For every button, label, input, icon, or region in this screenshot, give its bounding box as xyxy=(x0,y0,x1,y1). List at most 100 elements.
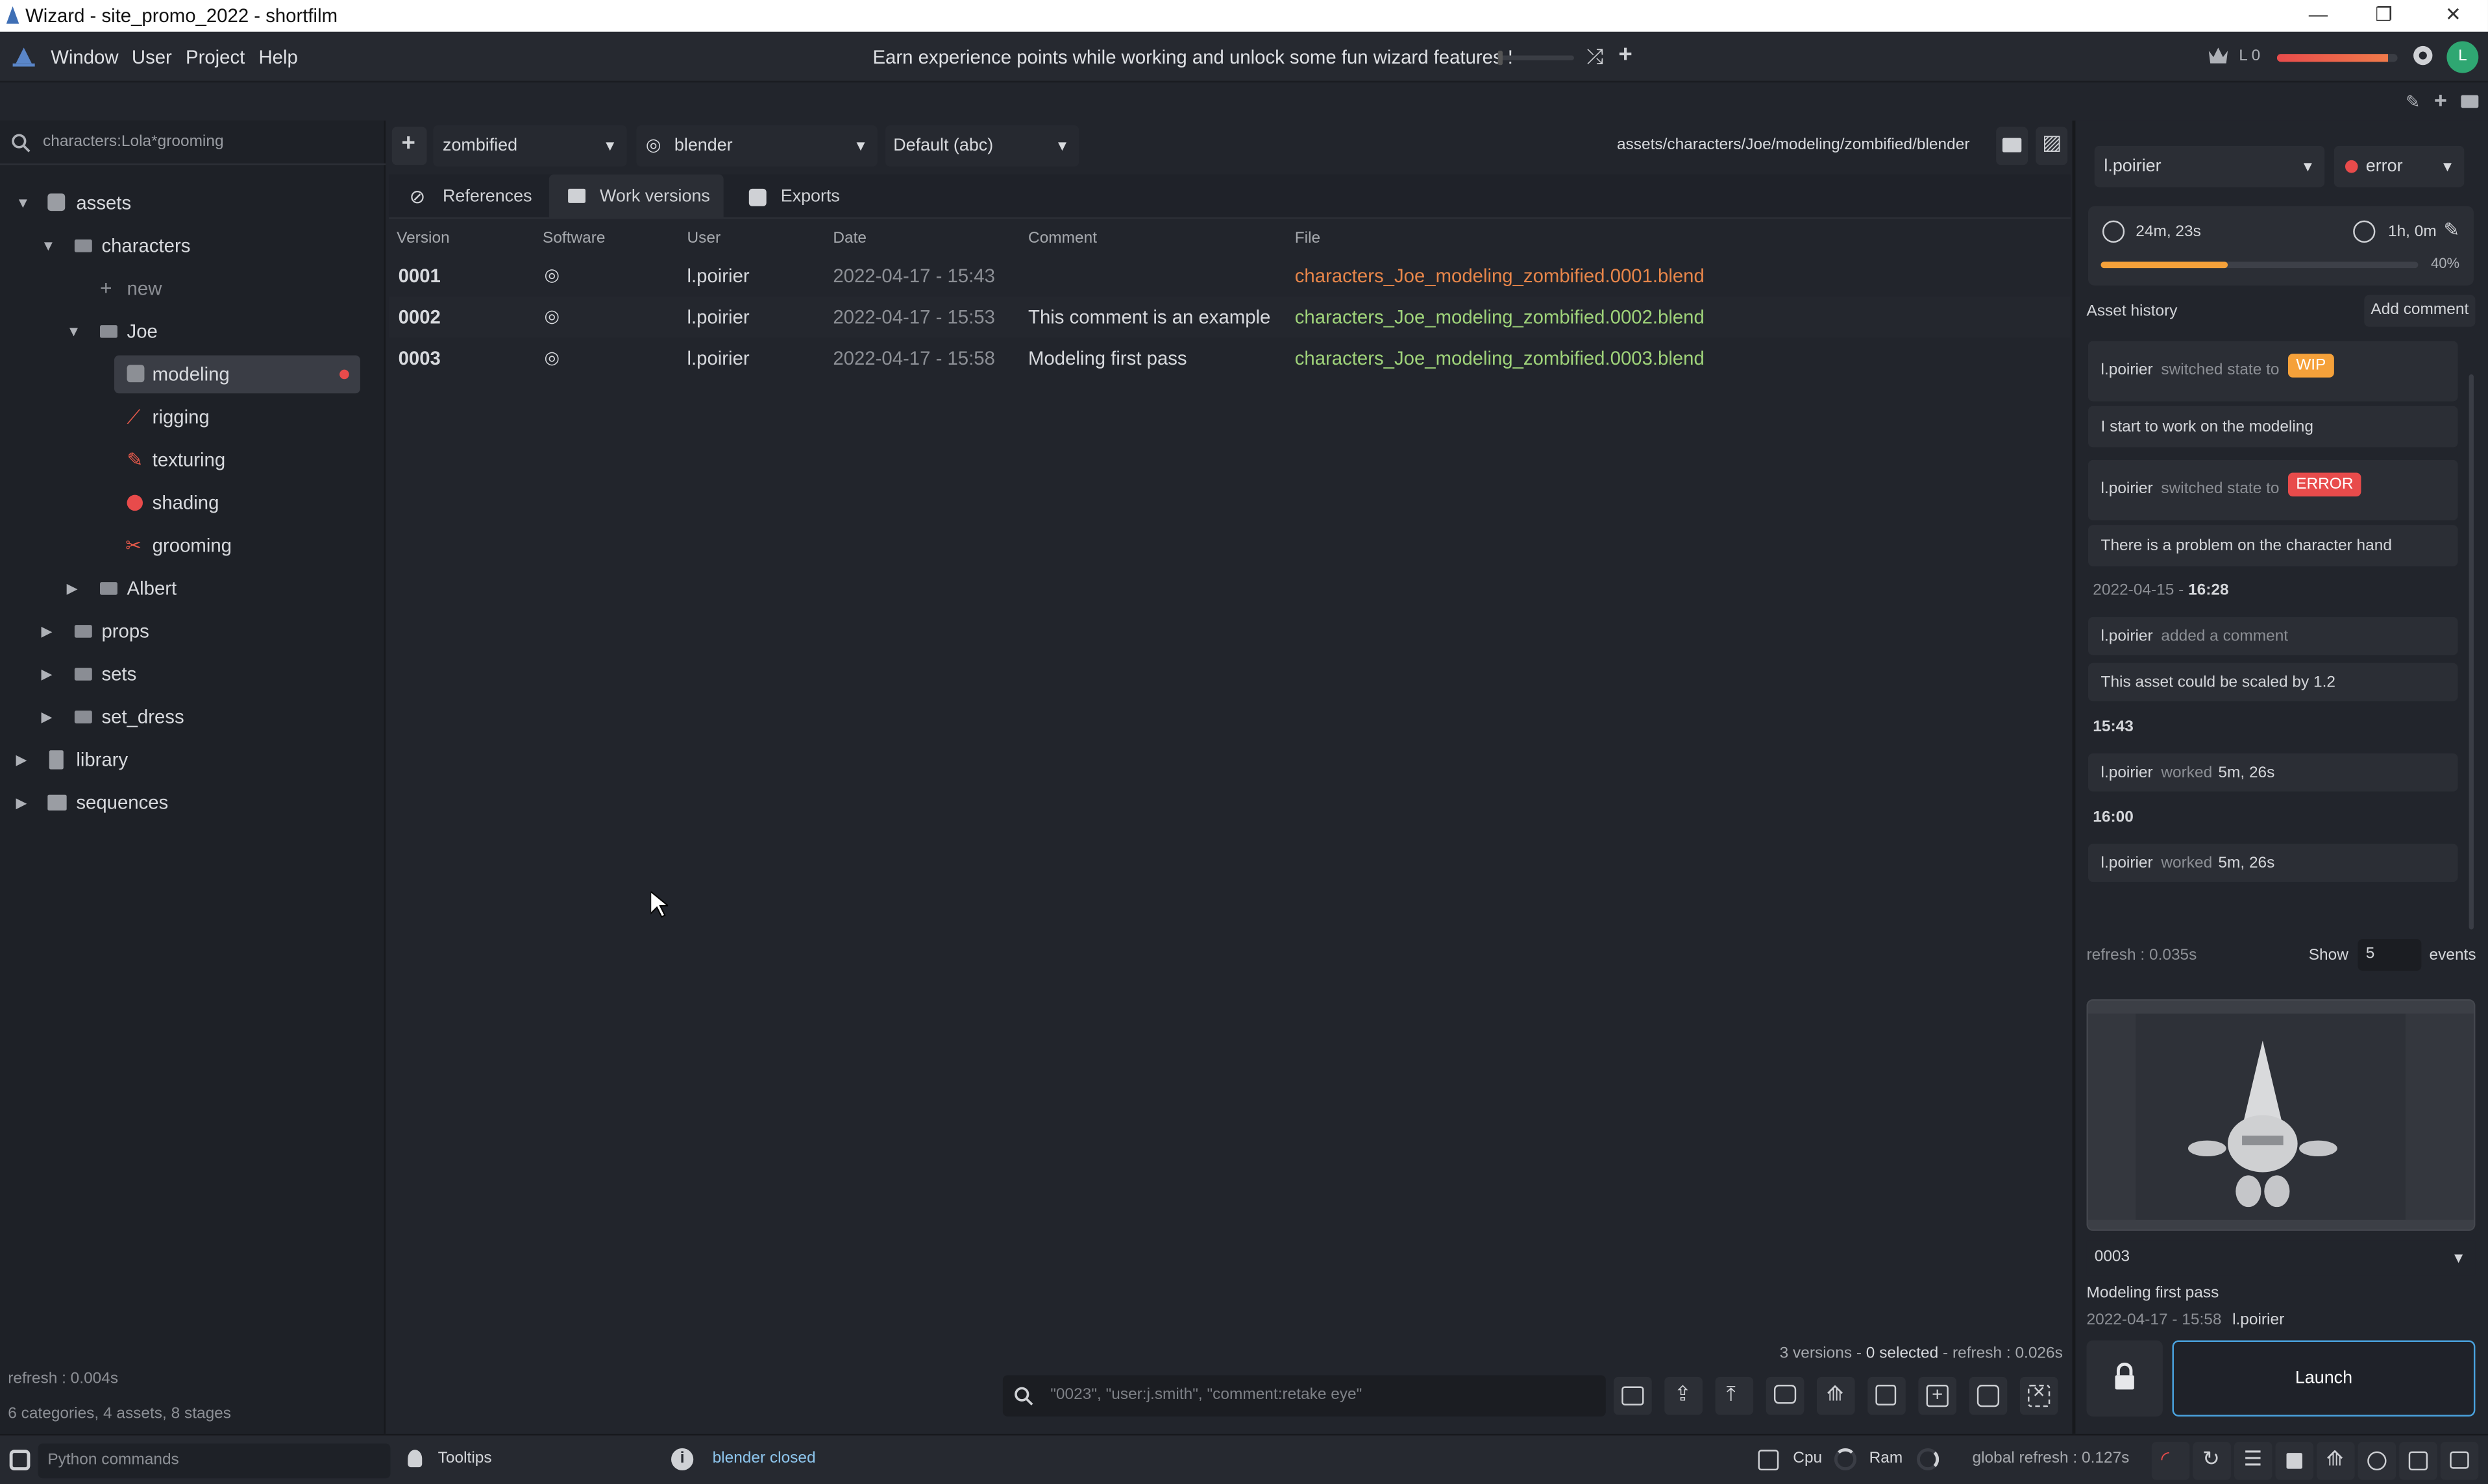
tab-exports[interactable]: Exports xyxy=(733,175,860,219)
export-select[interactable]: Default (abc) ▼ xyxy=(885,125,1079,167)
tree-item-assets[interactable]: ▼ assets xyxy=(0,184,386,223)
state-select[interactable]: error ▼ xyxy=(2334,145,2465,188)
cell-file[interactable]: characters_Joe_modeling_zombified.0003.b… xyxy=(1295,338,1705,380)
tree-item-sets[interactable]: ▶ sets xyxy=(0,655,386,694)
tree-item-new[interactable]: + new xyxy=(0,270,386,308)
restore-icon[interactable]: ❐ xyxy=(2375,3,2392,25)
lock-ui-button[interactable] xyxy=(2275,1442,2314,1480)
explorer-button[interactable]: ▨ xyxy=(2036,127,2068,165)
menu-window[interactable]: Window xyxy=(51,46,118,68)
folder-icon xyxy=(74,711,92,724)
wall-button[interactable] xyxy=(2399,1442,2437,1480)
col-header-file[interactable]: File xyxy=(1295,230,1320,247)
chevron-right-icon[interactable]: ▶ xyxy=(16,784,27,822)
tree-item-sequences[interactable]: ▶ sequences xyxy=(0,784,386,822)
lock-button[interactable] xyxy=(2086,1340,2163,1417)
tab-references[interactable]: ⊘ References xyxy=(393,175,543,219)
add-comment-button[interactable]: Add comment xyxy=(2364,295,2476,327)
event-user: l.poirier xyxy=(2100,628,2153,646)
empty-version-button[interactable] xyxy=(1969,1376,2008,1415)
table-row[interactable]: 0002 ◎ l.poirier 2022-04-17 - 15:53 This… xyxy=(388,297,2071,338)
comment-button[interactable] xyxy=(1766,1376,1804,1415)
feed-button[interactable]: ◜ xyxy=(2151,1442,2190,1480)
screenshot-button[interactable] xyxy=(1614,1376,1652,1415)
launch-button[interactable]: Launch xyxy=(2172,1340,2476,1417)
new-version-button[interactable]: + xyxy=(1918,1376,1957,1415)
add-variant-button[interactable]: + xyxy=(391,127,427,165)
col-header-version[interactable]: Version xyxy=(397,230,450,247)
timer-button[interactable] xyxy=(2358,1442,2396,1480)
chevron-right-icon[interactable]: ▶ xyxy=(67,570,78,608)
col-header-user[interactable]: User xyxy=(687,230,721,247)
chevron-right-icon[interactable]: ▶ xyxy=(16,741,27,779)
ram-label: Ram xyxy=(1869,1450,1903,1468)
menu-project[interactable]: Project xyxy=(186,46,245,68)
chevron-down-icon[interactable]: ▼ xyxy=(16,184,30,223)
tree-item-modeling[interactable]: modeling xyxy=(114,355,360,394)
tree-item-shading[interactable]: shading xyxy=(114,484,360,522)
tab-work-versions[interactable]: Work versions xyxy=(548,174,724,219)
version-thumbnail[interactable] xyxy=(2086,999,2476,1231)
tree-item-joe[interactable]: ▼ Joe xyxy=(0,313,386,351)
python-command-input[interactable]: Python commands xyxy=(38,1443,391,1479)
wizard-logo-icon[interactable] xyxy=(12,47,35,67)
duplicate-button[interactable] xyxy=(1867,1376,1906,1415)
chevron-down-icon[interactable]: ▼ xyxy=(42,227,56,265)
launch-rocket-status-button[interactable]: ⟰ xyxy=(2316,1442,2355,1480)
plus-icon[interactable]: + xyxy=(1618,42,1640,69)
tree-item-albert[interactable]: ▶ Albert xyxy=(0,570,386,608)
preferences-button[interactable]: ☰ xyxy=(2234,1442,2272,1480)
settings-icon[interactable] xyxy=(2412,44,2434,66)
edit-icon[interactable]: ✎ xyxy=(2444,219,2460,241)
version-preview-select[interactable]: 0003 ▼ xyxy=(2086,1240,2476,1276)
menu-help[interactable]: Help xyxy=(258,46,297,68)
archive-button[interactable]: ⇪ xyxy=(1664,1376,1703,1415)
chevron-down-icon[interactable]: ▼ xyxy=(67,313,81,351)
events-count-input[interactable]: 5 xyxy=(2358,939,2422,971)
add-icon[interactable]: + xyxy=(2434,87,2447,112)
menu-user[interactable]: User xyxy=(132,46,172,68)
tree-item-set-dress[interactable]: ▶ set_dress xyxy=(0,698,386,736)
tree-item-characters[interactable]: ▼ characters xyxy=(0,227,386,265)
tree-item-grooming[interactable]: ✂ grooming xyxy=(114,527,360,565)
upload-button[interactable]: ⤒ xyxy=(1715,1376,1754,1415)
folder-icon[interactable] xyxy=(2461,95,2479,108)
chat-button[interactable] xyxy=(2440,1442,2479,1480)
lightbulb-icon[interactable] xyxy=(408,1450,423,1468)
launch-rocket-button[interactable]: ⟰ xyxy=(1816,1376,1855,1415)
assigned-user-select[interactable]: l.poirier ▼ xyxy=(2094,145,2325,188)
chevron-right-icon[interactable]: ▶ xyxy=(42,698,53,736)
shuffle-icon[interactable]: ⤮ xyxy=(1587,44,1609,68)
tree-item-texturing[interactable]: ✎ texturing xyxy=(114,441,360,480)
col-header-software[interactable]: Software xyxy=(543,230,605,247)
minimize-icon[interactable]: — xyxy=(2309,3,2328,25)
variant-select[interactable]: zombified ▼ xyxy=(433,125,627,167)
table-row[interactable]: 0001 ◎ l.poirier 2022-04-17 - 15:43 char… xyxy=(389,256,2071,297)
tree-search-input[interactable]: characters:Lola*grooming xyxy=(43,133,224,151)
version-search-placeholder: "0023", "user:j.smith", "comment:retake … xyxy=(1050,1386,1362,1404)
tree-item-library[interactable]: ▶ library xyxy=(0,741,386,779)
chevron-right-icon[interactable]: ▶ xyxy=(42,655,53,694)
tree-item-props[interactable]: ▶ props xyxy=(0,613,386,651)
tree-item-rigging[interactable]: ⟋ rigging xyxy=(114,398,360,437)
table-row[interactable]: 0003 ◎ l.poirier 2022-04-17 - 15:58 Mode… xyxy=(389,338,2071,380)
pencil-icon[interactable]: ✎ xyxy=(2406,92,2420,112)
chevron-right-icon[interactable]: ▶ xyxy=(42,613,53,651)
history-scrollbar[interactable] xyxy=(2469,374,2474,930)
col-header-comment[interactable]: Comment xyxy=(1028,230,1097,247)
cell-file[interactable]: characters_Joe_modeling_zombified.0002.b… xyxy=(1295,297,1705,338)
brush-icon: ✎ xyxy=(127,448,143,472)
error-dot-icon xyxy=(2345,160,2358,173)
cell-file[interactable]: characters_Joe_modeling_zombified.0001.b… xyxy=(1295,256,1705,297)
delete-version-button[interactable]: ✕ xyxy=(2019,1376,2058,1415)
mouse-cursor-icon xyxy=(650,890,670,923)
col-header-date[interactable]: Date xyxy=(833,230,867,247)
software-select[interactable]: ◎ blender ▼ xyxy=(636,125,878,167)
version-search-field[interactable]: "0023", "user:j.smith", "comment:retake … xyxy=(1002,1375,1606,1417)
open-folder-button[interactable] xyxy=(1996,127,2028,165)
tooltips-toggle[interactable]: Tooltips xyxy=(438,1450,492,1467)
refresh-button[interactable]: ↻ xyxy=(2193,1442,2231,1480)
close-icon[interactable]: ✕ xyxy=(2445,3,2461,25)
cell-date: 2022-04-17 - 15:58 xyxy=(833,347,995,370)
user-avatar[interactable]: L xyxy=(2446,41,2479,73)
